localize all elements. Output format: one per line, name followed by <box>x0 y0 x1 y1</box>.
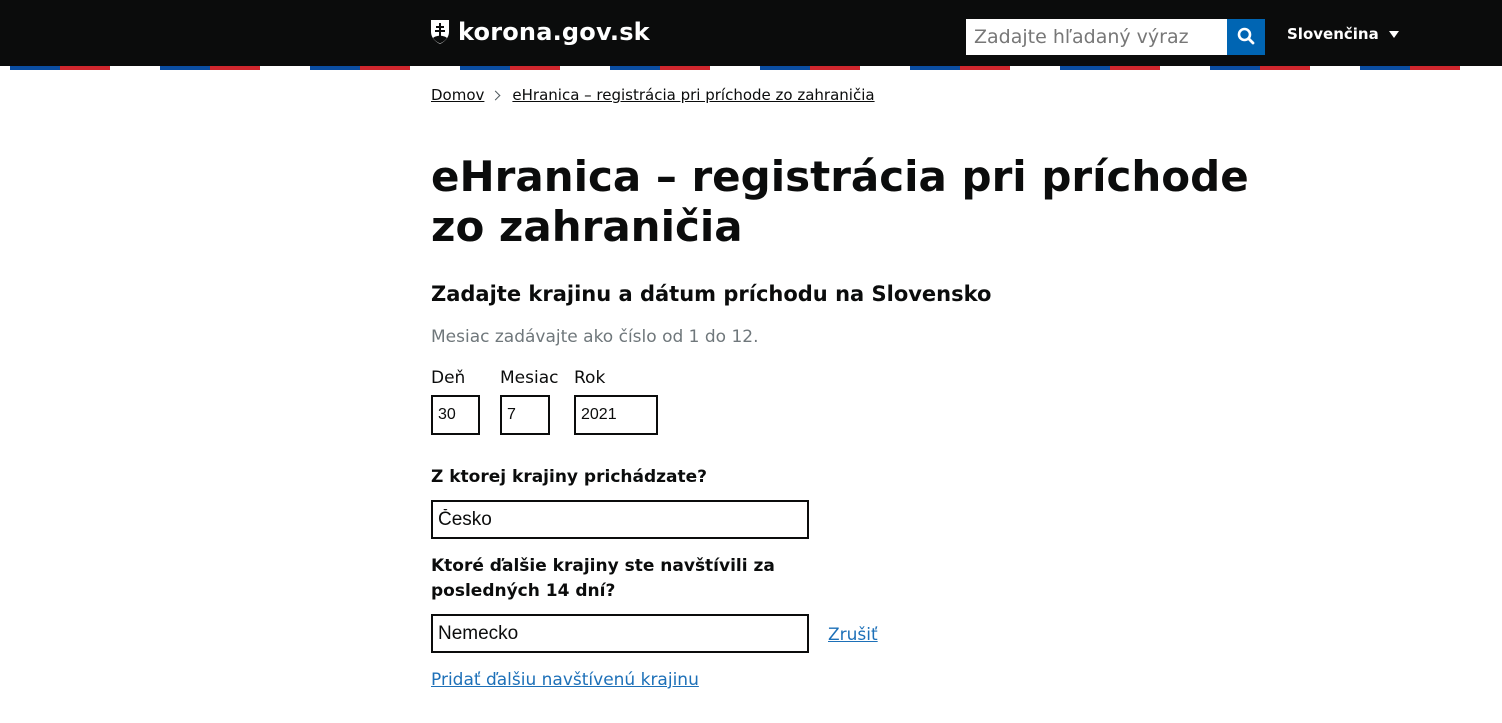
section-title: Zadajte krajinu a dátum príchodu na Slov… <box>431 282 992 306</box>
origin-country-input[interactable] <box>431 500 809 539</box>
origin-country-label: Z ktorej krajiny prichádzate? <box>431 467 708 487</box>
cancel-visited-country-link[interactable]: Zrušiť <box>828 625 878 645</box>
page-title: eHranica – registrácia pri príchode zo z… <box>431 152 1249 251</box>
breadcrumb-home-link[interactable]: Domov <box>431 86 484 104</box>
year-label: Rok <box>574 368 606 388</box>
year-group: Rok <box>574 368 658 435</box>
month-label: Mesiac <box>500 368 559 388</box>
add-visited-country-link[interactable]: Pridať ďalšiu navštívenú krajinu <box>431 670 699 690</box>
search-input[interactable] <box>966 19 1227 55</box>
search-button[interactable] <box>1227 19 1265 55</box>
coat-of-arms-icon <box>430 19 450 45</box>
visited-country-input[interactable] <box>431 614 809 653</box>
visited-countries-label: Ktoré ďalšie krajiny ste navštívili za p… <box>431 554 775 604</box>
visited-label-line2: posledných 14 dní? <box>431 581 616 601</box>
search-icon <box>1237 27 1255 48</box>
site-header <box>0 0 1502 66</box>
month-group: Mesiac <box>500 368 558 435</box>
breadcrumb-current-link[interactable]: eHranica – registrácia pri príchode zo z… <box>512 86 874 104</box>
day-input[interactable] <box>431 395 480 435</box>
language-label: Slovenčina <box>1287 25 1379 43</box>
day-label: Deň <box>431 368 466 388</box>
language-selector[interactable]: Slovenčina <box>1287 22 1399 46</box>
site-logo-link[interactable]: korona.gov.sk <box>430 14 650 50</box>
year-input[interactable] <box>574 395 658 435</box>
flag-stripe <box>0 66 1502 70</box>
breadcrumb: Domov eHranica – registrácia pri príchod… <box>431 86 875 104</box>
chevron-right-icon <box>490 90 501 100</box>
caret-down-icon <box>1388 30 1399 38</box>
month-input[interactable] <box>500 395 550 435</box>
site-name: korona.gov.sk <box>458 18 650 46</box>
date-hint: Mesiac zadávajte ako číslo od 1 do 12. <box>431 327 759 347</box>
day-group: Deň <box>431 368 480 435</box>
visited-label-line1: Ktoré ďalšie krajiny ste navštívili za <box>431 556 775 576</box>
